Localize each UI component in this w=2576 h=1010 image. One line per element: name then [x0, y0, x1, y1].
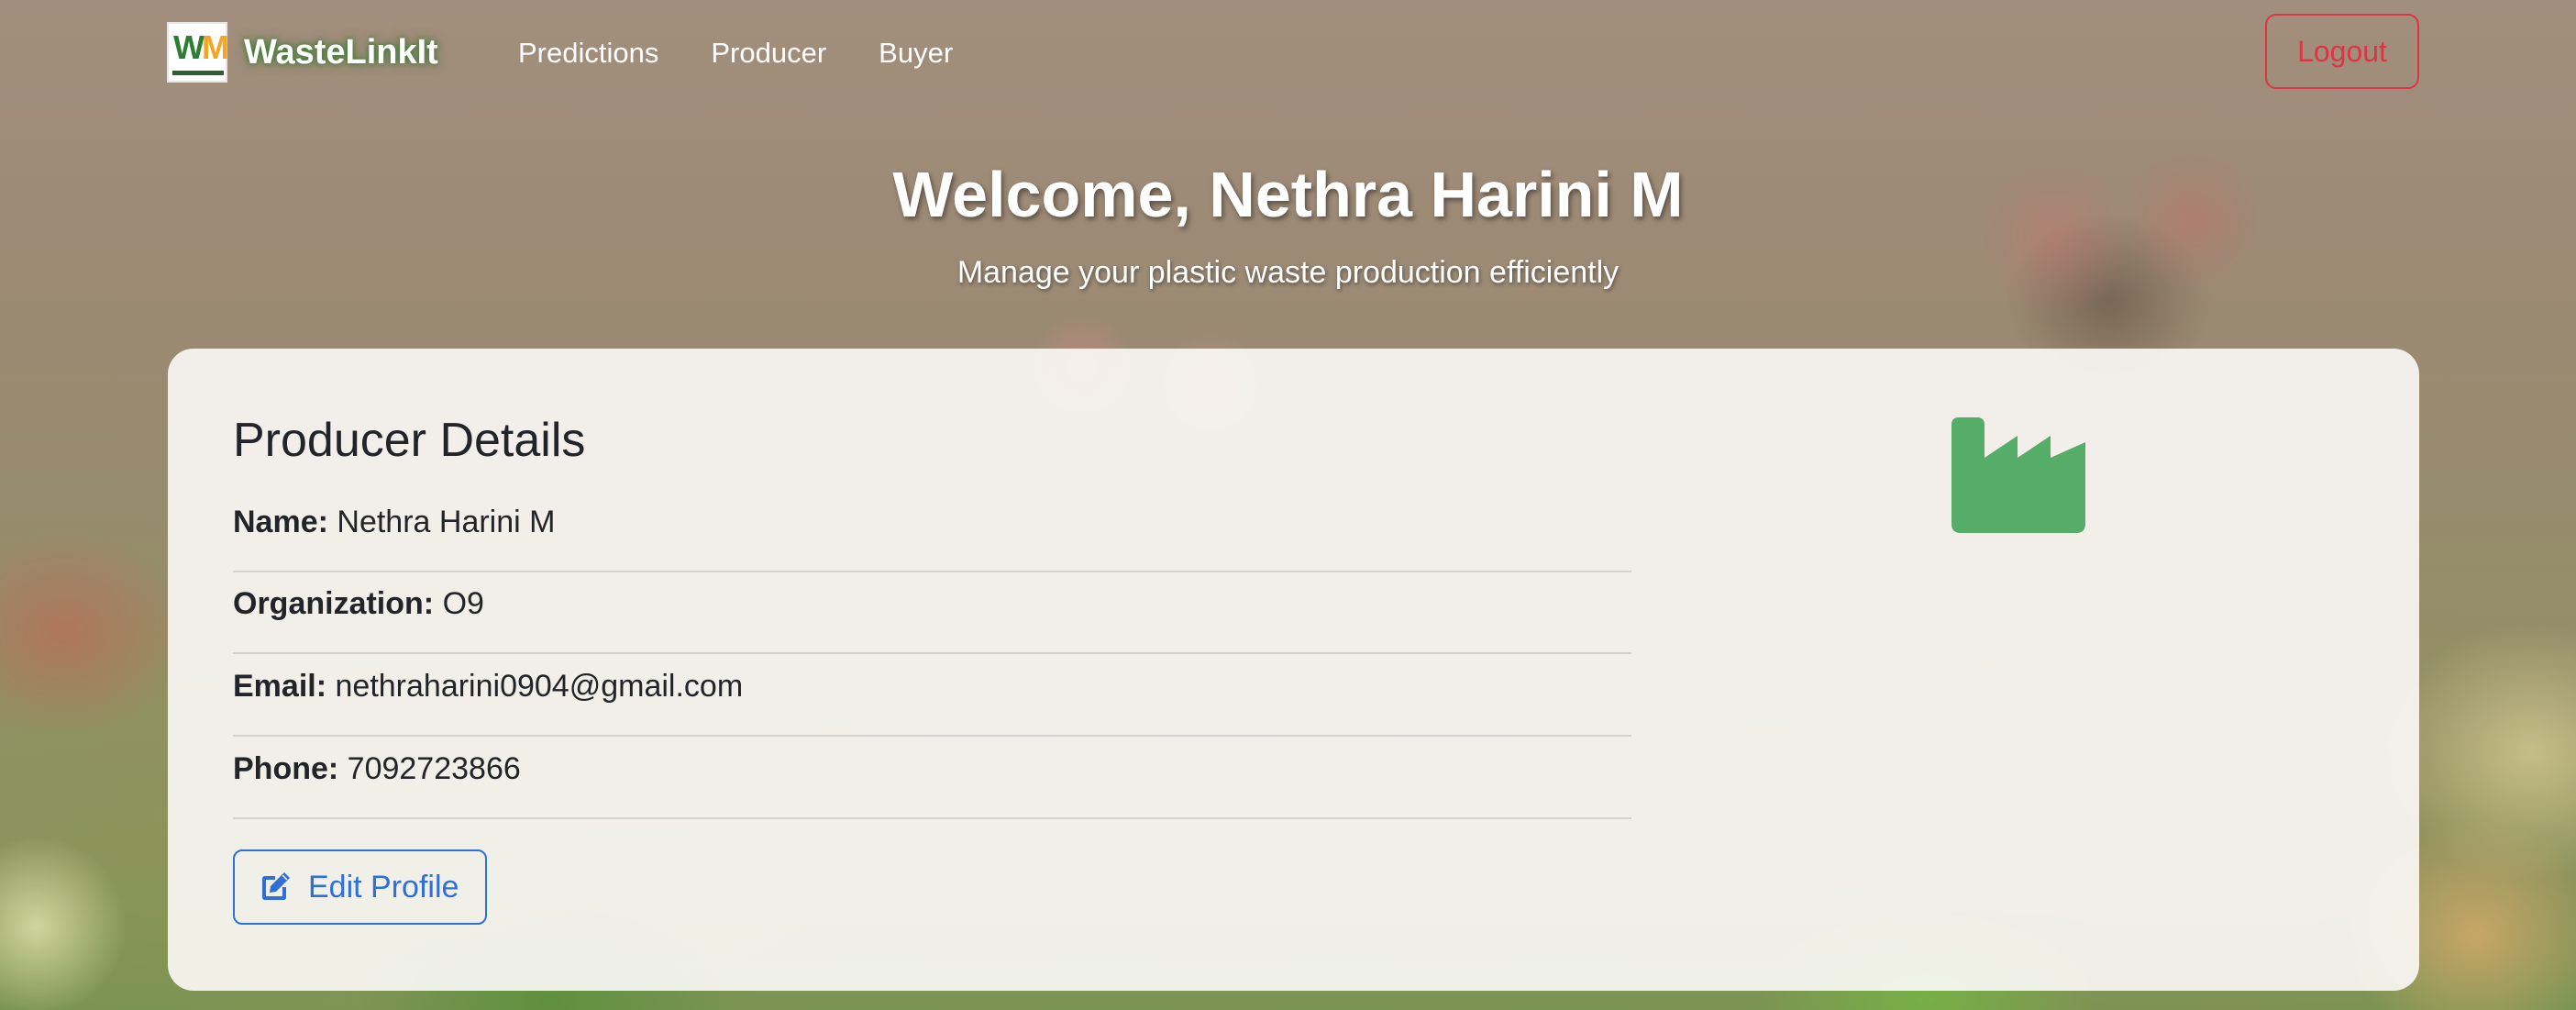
- detail-row-email: Email: nethraharini0904@gmail.com: [233, 655, 1631, 737]
- nav-link-predictions[interactable]: Predictions: [518, 33, 658, 73]
- logout-button[interactable]: Logout: [2265, 14, 2419, 89]
- welcome-subtitle: Manage your plastic waste production eff…: [956, 255, 1620, 290]
- edit-profile-label: Edit Profile: [308, 869, 459, 905]
- email-value: nethraharini0904@gmail.com: [335, 669, 744, 704]
- phone-value: 7092723866: [347, 751, 521, 786]
- detail-row-phone: Phone: 7092723866: [233, 738, 1631, 819]
- edit-profile-button[interactable]: Edit Profile: [233, 849, 487, 925]
- edit-icon: [259, 871, 292, 904]
- factory-icon: [1951, 417, 2085, 533]
- card-title: Producer Details: [233, 414, 586, 467]
- logo-tagline-bar: [172, 71, 224, 75]
- brand-link[interactable]: WM WasteLinkIt: [167, 22, 438, 83]
- name-label: Name:: [233, 505, 328, 539]
- brand-logo-icon: WM: [167, 22, 229, 83]
- organization-label: Organization:: [233, 586, 435, 621]
- name-value: Nethra Harini M: [337, 505, 556, 539]
- detail-row-name: Name: Nethra Harini M: [233, 491, 1631, 572]
- logo-letter-m: M: [201, 28, 229, 66]
- producer-details-card: Producer Details Name: Nethra Harini M O…: [168, 349, 2419, 991]
- nav-link-producer[interactable]: Producer: [711, 33, 826, 73]
- nav-links: Predictions Producer Buyer: [518, 33, 1005, 73]
- nav-link-buyer[interactable]: Buyer: [879, 33, 953, 73]
- brand-name: WasteLinkIt: [244, 32, 438, 72]
- phone-label: Phone:: [233, 751, 339, 786]
- detail-row-organization: Organization: O9: [233, 572, 1631, 654]
- welcome-title: Welcome, Nethra Harini M: [892, 159, 1684, 230]
- logo-letter-w: W: [173, 28, 205, 66]
- email-label: Email:: [233, 669, 327, 704]
- organization-value: O9: [442, 586, 484, 621]
- navbar: WM WasteLinkIt Predictions Producer Buye…: [0, 0, 2576, 108]
